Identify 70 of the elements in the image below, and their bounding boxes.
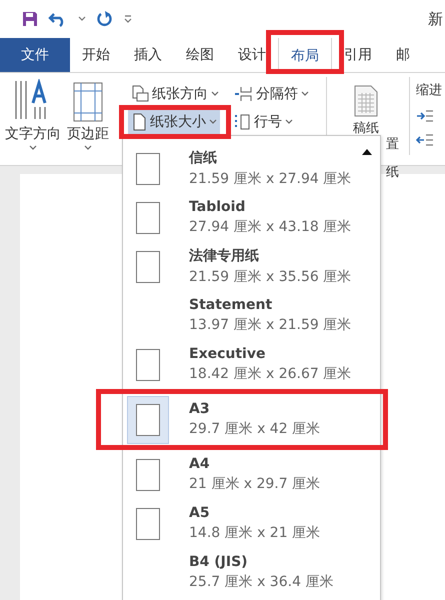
- paper-size-item[interactable]: B4 (JIS) 25.7 厘米 x 36.4 厘米: [123, 548, 380, 597]
- scroll-up-icon[interactable]: [362, 148, 372, 155]
- ribbon-button[interactable]: 行号: [230, 109, 296, 135]
- paper-dimensions: 18.42 厘米 x 26.67 厘米: [189, 365, 352, 383]
- indent-left-icon[interactable]: [416, 109, 434, 123]
- manuscript-label[interactable]: 稿纸: [353, 119, 379, 137]
- ribbon-tab[interactable]: 开始: [70, 38, 122, 72]
- customize-icon[interactable]: [124, 15, 132, 23]
- orientation-icon: [131, 85, 149, 103]
- page-icon: [136, 202, 160, 234]
- chevron-icon: [209, 119, 217, 125]
- ribbon-tab[interactable]: 绘图: [174, 38, 226, 72]
- ribbon-tab[interactable]: 文件: [0, 38, 70, 72]
- paper-name: A3: [189, 401, 211, 417]
- paper-dimensions: 13.97 厘米 x 21.59 厘米: [189, 316, 352, 334]
- indent-right-icon[interactable]: [416, 133, 434, 147]
- paper-size-item[interactable]: A3 29.7 厘米 x 42 厘米: [123, 395, 380, 444]
- ribbon-tab[interactable]: 邮: [384, 38, 422, 72]
- paper-size-item[interactable]: Executive 18.42 厘米 x 26.67 厘米: [123, 340, 380, 389]
- page-icon: [136, 348, 160, 380]
- paper-dimensions: 21 厘米 x 29.7 厘米: [189, 475, 320, 493]
- paper-name: 信纸: [189, 149, 218, 167]
- paper-name: A4: [189, 456, 211, 472]
- page-icon: [136, 250, 160, 282]
- paper-dimensions: 29.7 厘米 x 42 厘米: [189, 420, 320, 438]
- line-numbers-icon: [233, 113, 251, 131]
- paper-size-item[interactable]: Statement 13.97 厘米 x 21.59 厘米: [123, 291, 380, 340]
- paper-name: A5: [189, 505, 211, 521]
- margins-button[interactable]: 页边距: [64, 77, 112, 153]
- chevron-icon: [84, 145, 92, 151]
- paper-dimensions: 21.59 厘米 x 27.94 厘米: [189, 170, 352, 188]
- breaks-icon: [233, 85, 253, 103]
- chevron-icon: [285, 119, 293, 125]
- paper-size-item[interactable]: 信纸 21.59 厘米 x 27.94 厘米: [123, 144, 380, 193]
- manuscript-label-fragment[interactable]: 纸: [386, 163, 399, 181]
- window-title: 新: [428, 10, 443, 28]
- redo-icon[interactable]: [96, 10, 114, 28]
- paper-size-item[interactable]: A5 14.8 厘米 x 21 厘米: [123, 499, 380, 548]
- page-icon: [136, 404, 160, 436]
- page-icon: [136, 508, 160, 540]
- page-icon: [131, 113, 147, 131]
- paper-size-item[interactable]: 法律专用纸 21.59 厘米 x 35.56 厘米: [123, 242, 380, 291]
- manuscript-icon[interactable]: [353, 85, 379, 117]
- ribbon-tab[interactable]: 设计: [226, 38, 278, 72]
- paper-dimensions: 25.7 厘米 x 36.4 厘米: [189, 573, 334, 591]
- ribbon-button[interactable]: 纸张方向: [128, 81, 222, 107]
- text-direction-button[interactable]: 文字方向: [2, 77, 64, 153]
- ribbon-button[interactable]: 分隔符: [230, 81, 312, 107]
- page-icon: [136, 458, 160, 490]
- paper-size-item[interactable]: Tabloid 27.94 厘米 x 43.18 厘米: [123, 193, 380, 242]
- paper-dimensions: 21.59 厘米 x 35.56 厘米: [189, 268, 352, 286]
- paper-dimensions: 14.8 厘米 x 21 厘米: [189, 524, 320, 542]
- paper-size-item[interactable]: A4 21 厘米 x 29.7 厘米: [123, 450, 380, 499]
- manuscript-label-fragment[interactable]: 置: [386, 135, 399, 153]
- chevron-icon: [211, 91, 219, 97]
- chevron-icon[interactable]: [78, 16, 86, 22]
- chevron-icon: [301, 91, 309, 97]
- paper-name: Tabloid: [189, 199, 246, 215]
- indent-label: 缩进: [416, 82, 442, 99]
- paper-name: 法律专用纸: [189, 247, 260, 265]
- page-icon: [136, 152, 160, 184]
- paper-name: B4 (JIS): [189, 554, 249, 570]
- ribbon-tab[interactable]: 引用: [332, 38, 384, 72]
- paper-name: Executive: [189, 346, 266, 362]
- ribbon-tab[interactable]: 插入: [122, 38, 174, 72]
- paper-dimensions: 27.94 厘米 x 43.18 厘米: [189, 218, 352, 236]
- chevron-icon: [29, 145, 37, 151]
- ribbon-button[interactable]: 纸张大小: [128, 109, 220, 135]
- paper-name: Statement: [189, 297, 274, 313]
- save-icon[interactable]: [22, 11, 38, 27]
